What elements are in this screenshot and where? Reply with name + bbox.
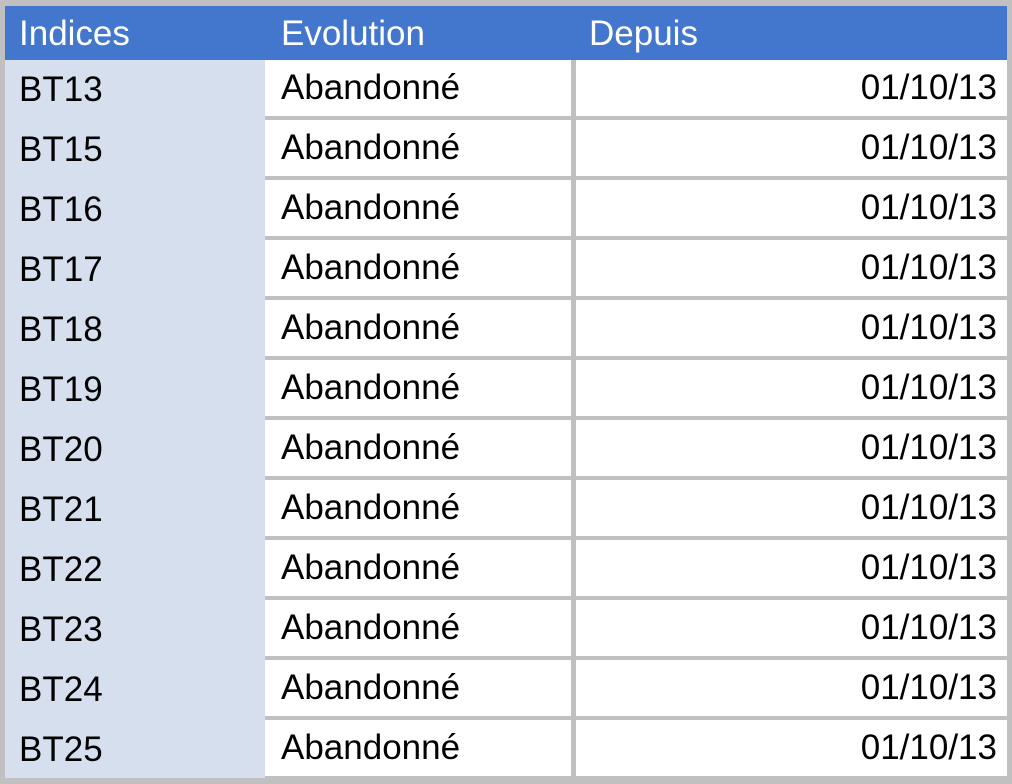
table-row: Abandonné 01/10/13 — [265, 120, 1007, 180]
cell-indices[interactable]: BT24 — [5, 660, 265, 720]
cell-evolution[interactable]: Abandonné — [265, 720, 571, 776]
cell-indices[interactable]: BT19 — [5, 360, 265, 420]
cell-indices[interactable]: BT21 — [5, 480, 265, 540]
column-header-evolution[interactable]: Evolution — [265, 16, 571, 51]
table-row: Abandonné 01/10/13 — [265, 240, 1007, 300]
cell-indices[interactable]: BT23 — [5, 600, 265, 660]
cell-depuis[interactable]: 01/10/13 — [576, 720, 1007, 776]
cell-depuis[interactable]: 01/10/13 — [576, 420, 1007, 476]
cell-depuis[interactable]: 01/10/13 — [576, 660, 1007, 716]
cell-evolution[interactable]: Abandonné — [265, 480, 571, 536]
table-row: Abandonné 01/10/13 — [265, 480, 1007, 540]
cell-evolution[interactable]: Abandonné — [265, 420, 571, 476]
cell-evolution[interactable]: Abandonné — [265, 360, 571, 416]
cell-depuis[interactable]: 01/10/13 — [576, 360, 1007, 416]
cell-indices[interactable]: BT22 — [5, 540, 265, 600]
cell-indices[interactable]: BT20 — [5, 420, 265, 480]
cell-depuis[interactable]: 01/10/13 — [576, 480, 1007, 536]
cell-depuis[interactable]: 01/10/13 — [576, 120, 1007, 176]
table-body: BT13 BT15 BT16 BT17 BT18 BT19 BT20 BT21 BT22 BT23… — [5, 60, 1007, 780]
table-row: Abandonné 01/10/13 — [265, 300, 1007, 360]
cell-evolution[interactable]: Abandonné — [265, 60, 571, 116]
cell-depuis[interactable]: 01/10/13 — [576, 180, 1007, 236]
table-row: Abandonné 01/10/13 — [265, 360, 1007, 420]
table-row: Abandonné 01/10/13 — [265, 600, 1007, 660]
cell-evolution[interactable]: Abandonné — [265, 300, 571, 356]
table-row: Abandonné 01/10/13 — [265, 720, 1007, 780]
table-row: Abandonné 01/10/13 — [265, 420, 1007, 480]
cell-depuis[interactable]: 01/10/13 — [576, 240, 1007, 296]
indices-table-sheet: Indices Evolution Depuis BT13 BT15 BT16 BT1… — [0, 0, 1012, 784]
cell-indices[interactable]: BT18 — [5, 300, 265, 360]
cell-depuis[interactable]: 01/10/13 — [576, 60, 1007, 116]
cell-depuis[interactable]: 01/10/13 — [576, 300, 1007, 356]
indices-column: BT13 BT15 BT16 BT17 BT18 BT19 BT20 BT21 BT22 BT23… — [5, 60, 265, 778]
cell-indices[interactable]: BT16 — [5, 180, 265, 240]
cell-evolution[interactable]: Abandonné — [265, 600, 571, 656]
cell-evolution[interactable]: Abandonné — [265, 120, 571, 176]
cell-evolution[interactable]: Abandonné — [265, 660, 571, 716]
cell-evolution[interactable]: Abandonné — [265, 540, 571, 596]
table-row: Abandonné 01/10/13 — [265, 180, 1007, 240]
cell-indices[interactable]: BT17 — [5, 240, 265, 300]
cell-depuis[interactable]: 01/10/13 — [576, 600, 1007, 656]
column-header-indices[interactable]: Indices — [5, 16, 265, 51]
cell-depuis[interactable]: 01/10/13 — [576, 540, 1007, 596]
table-header-row: Indices Evolution Depuis — [5, 6, 1007, 60]
cell-indices[interactable]: BT25 — [5, 720, 265, 780]
table-row: Abandonné 01/10/13 — [265, 540, 1007, 600]
cell-indices[interactable]: BT15 — [5, 120, 265, 180]
column-header-depuis[interactable]: Depuis — [571, 16, 1007, 51]
table-row: Abandonné 01/10/13 — [265, 660, 1007, 720]
cell-evolution[interactable]: Abandonné — [265, 240, 571, 296]
table-row: Abandonné 01/10/13 — [265, 60, 1007, 120]
data-columns: Abandonné 01/10/13 Abandonné 01/10/13 Abando… — [265, 60, 1007, 780]
cell-indices[interactable]: BT13 — [5, 60, 265, 120]
cell-evolution[interactable]: Abandonné — [265, 180, 571, 236]
